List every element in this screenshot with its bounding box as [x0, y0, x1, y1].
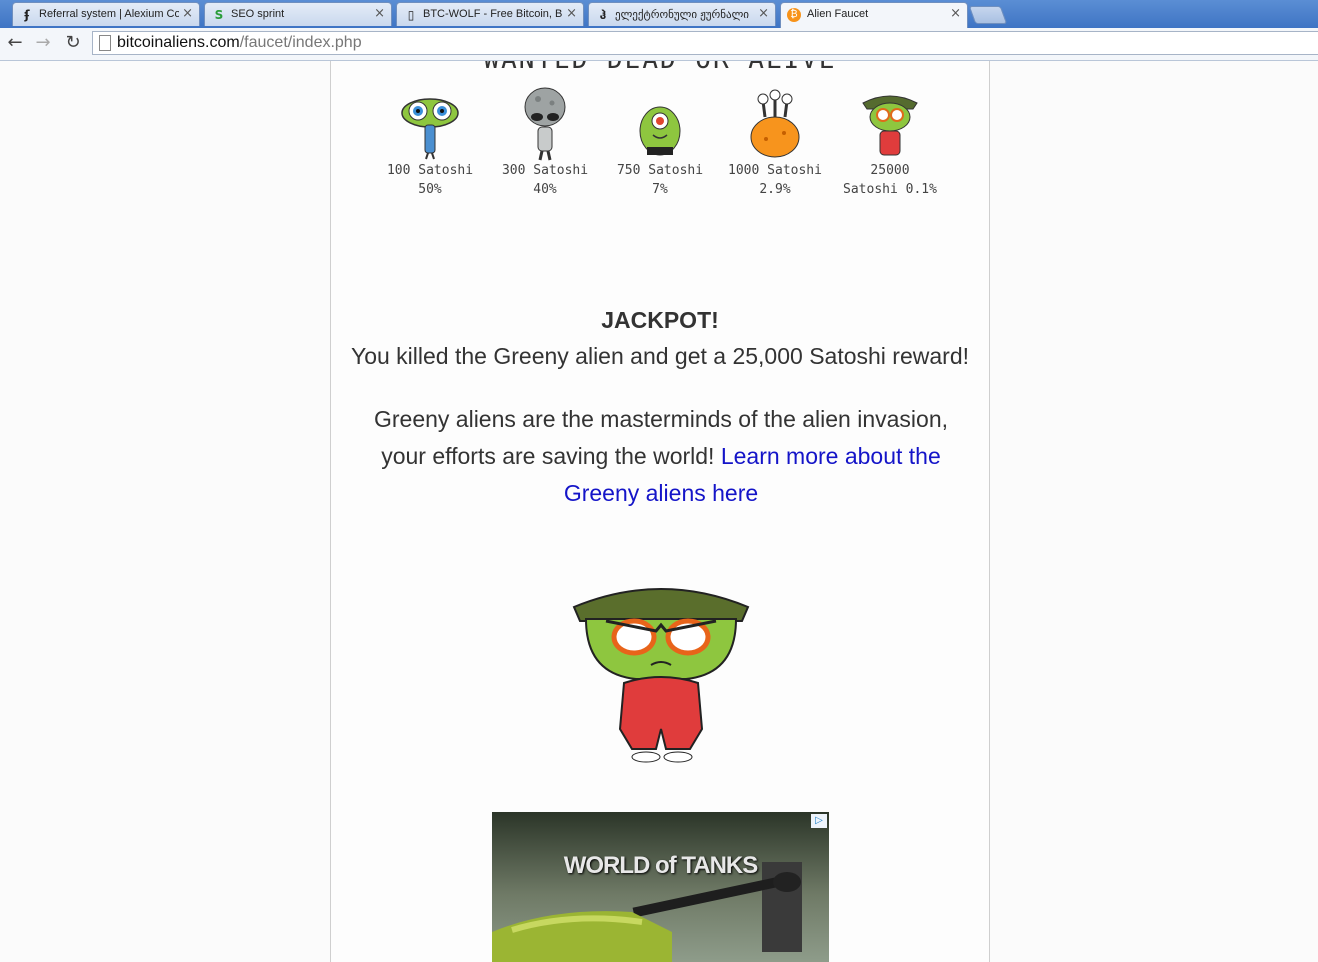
forward-arrow-icon[interactable]: → — [32, 32, 54, 54]
reload-icon[interactable]: ↻ — [62, 32, 84, 54]
orange-alien-icon — [750, 89, 800, 158]
tab-referral-system[interactable]: ʄ Referral system | Alexium Co × — [12, 2, 200, 26]
bitcoin-icon: ₿ — [787, 8, 801, 22]
tab-seo-sprint[interactable]: S SEO sprint × — [204, 2, 392, 26]
close-icon[interactable]: × — [950, 6, 961, 21]
tab-label: ელექტრონული ჟურნალი — [615, 9, 750, 21]
close-icon[interactable]: × — [566, 6, 577, 21]
seosprint-icon: S — [214, 8, 224, 22]
grey-alien-icon — [524, 87, 566, 161]
alien-reward: 750 Satoshi — [616, 163, 704, 178]
tab-label: Referral system | Alexium Co — [39, 8, 179, 20]
alien-chance: 40% — [533, 182, 557, 197]
url-text: bitcoinaliens.com/faucet/index.php — [117, 34, 362, 51]
alien-reward: 100 Satoshi — [386, 163, 474, 178]
alien-card: 750 Satoshi 7% — [605, 87, 715, 199]
alien-reward: 25000 — [870, 163, 910, 178]
alexium-icon: ʄ — [24, 8, 30, 22]
address-bar[interactable]: bitcoinaliens.com/faucet/index.php — [92, 31, 1318, 55]
reward-message: You killed the Greeny alien and get a 25… — [350, 343, 969, 369]
alien-chance: 7% — [652, 182, 668, 197]
tab-label: BTC-WOLF - Free Bitcoin, Bit — [423, 8, 563, 20]
blue-alien-icon — [401, 98, 459, 160]
back-arrow-icon[interactable]: ← — [4, 32, 26, 54]
faucet-page: WANTED DEAD OR ALIVE 100 Satoshi 50% 300… — [330, 61, 990, 962]
alien-card: 25000 Satoshi 0.1% — [835, 87, 945, 199]
tank-image — [492, 862, 802, 962]
alien-card: 1000 Satoshi 2.9% — [720, 87, 830, 199]
alien-reward: 300 Satoshi — [501, 163, 589, 178]
new-tab-button[interactable] — [968, 6, 1008, 24]
cyclops-alien-icon — [639, 106, 681, 156]
tab-label: SEO sprint — [231, 8, 285, 20]
close-icon[interactable]: × — [758, 6, 769, 21]
greeny-description: Greeny aliens are the masterminds of the… — [351, 401, 971, 512]
greeny-alien-image — [572, 588, 750, 763]
jackpot-title: JACKPOT! — [601, 307, 719, 333]
advertisement-banner[interactable]: ▷ WORLD of TANKS — [492, 812, 829, 962]
page-icon: ▯ — [407, 8, 415, 22]
alien-reward: 1000 Satoshi — [728, 163, 822, 178]
alien-card: 100 Satoshi 50% — [375, 87, 485, 199]
tab-alien-faucet[interactable]: ₿ Alien Faucet × — [780, 2, 968, 28]
tab-btc-wolf[interactable]: ▯ BTC-WOLF - Free Bitcoin, Bit × — [396, 2, 584, 26]
georgian-icon: ჰ — [599, 8, 607, 22]
tab-label: Alien Faucet — [807, 8, 869, 20]
alien-chance: 50% — [418, 182, 442, 197]
page-icon — [99, 35, 111, 51]
close-icon[interactable]: × — [182, 6, 193, 21]
tab-georgian-journal[interactable]: ჰ ელექტრონული ჟურნალი × — [588, 2, 776, 26]
alien-chance: 2.9% — [759, 182, 791, 197]
alien-chance: Satoshi 0.1% — [843, 182, 937, 197]
tab-strip: ʄ Referral system | Alexium Co × S SEO s… — [0, 0, 1318, 28]
browser-toolbar: ← → ↻ bitcoinaliens.com/faucet/index.php — [0, 28, 1318, 61]
alien-card: 300 Satoshi 40% — [490, 87, 600, 199]
close-icon[interactable]: × — [374, 6, 385, 21]
page-heading: WANTED DEAD OR ALIVE — [331, 61, 989, 75]
greeny-alien-icon — [862, 95, 918, 156]
